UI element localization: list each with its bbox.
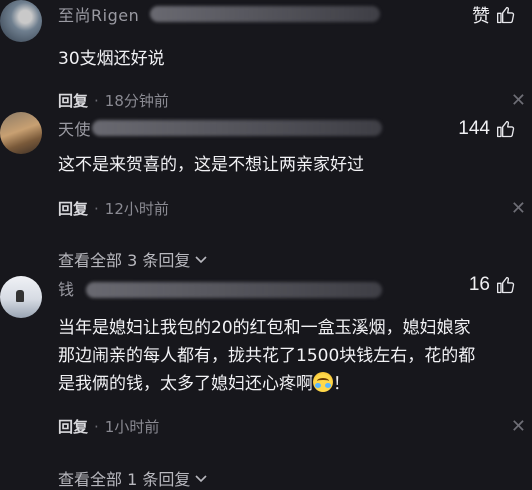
redacted-username-blur <box>86 282 382 298</box>
timestamp: 18分钟前 <box>104 92 169 110</box>
like-count: 16 <box>468 274 490 295</box>
reply-button[interactable]: 回复 <box>58 416 88 437</box>
crying-laughing-emoji-icon <box>313 372 333 392</box>
close-icon[interactable]: ✕ <box>511 90 526 111</box>
timestamp: 12小时前 <box>104 200 169 218</box>
chevron-down-icon <box>195 256 207 264</box>
redacted-username-blur <box>150 6 380 22</box>
comment-meta: 回复 · 12小时前 <box>58 198 169 219</box>
thumbs-up-icon <box>497 6 515 24</box>
comment-text-line: 当年是媳妇让我包的20的红包和一盒玉溪烟，媳妇娘家 <box>58 318 471 338</box>
separator-dot: · <box>94 199 99 218</box>
comment-text: 30支烟还好说 <box>58 49 165 69</box>
comment-meta: 回复 · 1小时前 <box>58 416 159 437</box>
comment-username[interactable]: 钱 <box>58 276 75 300</box>
like-button[interactable]: 16 <box>469 274 516 296</box>
like-button[interactable]: 赞 <box>472 2 516 28</box>
separator-dot: · <box>94 417 99 436</box>
reply-button[interactable]: 回复 <box>58 198 88 219</box>
comment-username[interactable]: 天使 <box>58 116 91 140</box>
avatar[interactable] <box>0 112 42 154</box>
view-all-replies-button[interactable]: 查看全部 3 条回复 <box>58 247 208 271</box>
chevron-down-icon <box>195 475 207 483</box>
view-all-replies-label: 查看全部 3 条回复 <box>58 251 191 270</box>
comment-text-line: 那边闹亲的每人都有，拢共花了1500块钱左右，花的都 <box>58 346 476 366</box>
redacted-username-blur <box>92 120 382 136</box>
avatar[interactable] <box>0 0 42 42</box>
comment-text-tail: ！ <box>333 374 350 394</box>
like-count: 144 <box>458 118 490 139</box>
comment-text-line: 是我俩的钱，太多了媳妇还心疼啊 ！ <box>58 370 530 398</box>
reply-button[interactable]: 回复 <box>58 90 88 111</box>
timestamp: 1小时前 <box>104 418 160 436</box>
avatar[interactable] <box>0 276 42 318</box>
comment-meta: 回复 · 18分钟前 <box>58 90 169 111</box>
close-icon[interactable]: ✕ <box>511 416 526 437</box>
comment-text: 这不是来贺喜的，这是不想让两亲家好过 <box>58 155 364 175</box>
comment-text: 当年是媳妇让我包的20的红包和一盒玉溪烟，媳妇娘家 那边闹亲的每人都有，拢共花了… <box>58 314 530 398</box>
thumbs-up-icon <box>497 120 515 138</box>
close-icon[interactable]: ✕ <box>511 198 526 219</box>
like-button[interactable]: 144 <box>458 118 516 140</box>
thumbs-up-icon <box>497 276 515 294</box>
comment-text-line-part: 是我俩的钱，太多了媳妇还心疼啊 <box>58 374 313 394</box>
separator-dot: · <box>94 91 99 110</box>
comment-username[interactable]: 至尚Rigen <box>58 2 139 26</box>
view-all-replies-label: 查看全部 1 条回复 <box>58 470 191 489</box>
like-label: 赞 <box>472 6 490 26</box>
view-all-replies-button[interactable]: 查看全部 1 条回复 <box>58 466 208 490</box>
